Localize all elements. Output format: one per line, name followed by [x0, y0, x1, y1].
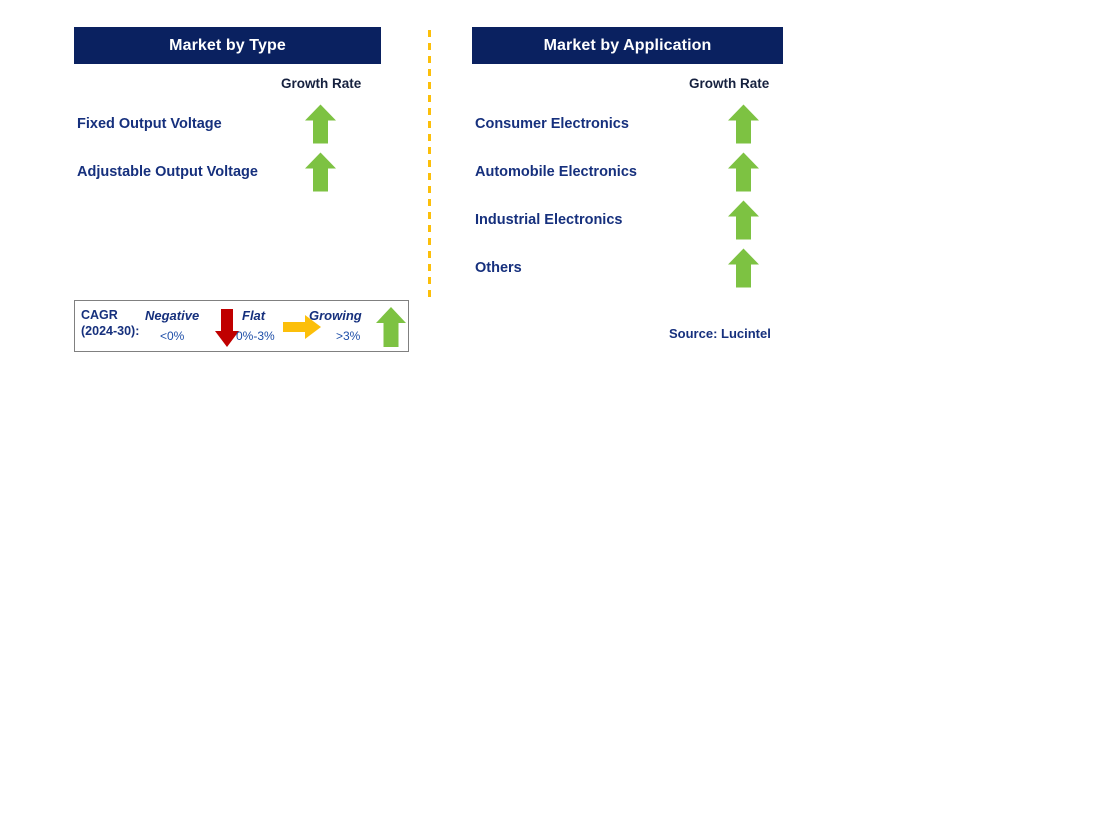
legend-title: CAGR (2024-30): — [81, 307, 139, 339]
legend-item-name-negative: Negative — [145, 308, 200, 323]
segment-label: Automobile Electronics — [475, 164, 637, 180]
legend-item-value-growing: >3% — [336, 329, 361, 343]
segment-label: Consumer Electronics — [475, 116, 629, 132]
segment-label: Adjustable Output Voltage — [77, 164, 258, 180]
arrow-up-icon — [728, 104, 759, 144]
table-row: Industrial Electronics — [475, 198, 765, 242]
legend-title-line1: CAGR — [81, 308, 118, 322]
arrow-up-icon — [728, 200, 759, 240]
table-row: Others — [475, 246, 765, 290]
segment-label: Industrial Electronics — [475, 212, 623, 228]
arrow-up-icon — [728, 152, 759, 192]
legend-item-value-flat: 0%-3% — [236, 329, 275, 343]
growth-rate-column-label-application: Growth Rate — [689, 76, 770, 91]
legend-item-name-flat: Flat — [242, 308, 266, 323]
legend-item-name-growing: Growing — [309, 308, 362, 323]
panel-title-text: Market by Application — [543, 36, 712, 54]
segment-label: Others — [475, 260, 522, 276]
panel-title-text: Market by Type — [169, 36, 286, 54]
table-row: Consumer Electronics — [475, 102, 765, 146]
arrow-up-icon — [305, 104, 336, 144]
table-row: Automobile Electronics — [475, 150, 765, 194]
legend-item-value-negative: <0% — [160, 329, 185, 343]
segment-label: Fixed Output Voltage — [77, 116, 222, 132]
growth-rate-column-label-type: Growth Rate — [281, 76, 362, 91]
arrow-up-icon — [376, 307, 406, 347]
source-note: Source: Lucintel — [669, 326, 771, 341]
cagr-legend-box: CAGR (2024-30): Negative <0% Flat 0%-3% … — [74, 300, 409, 352]
legend-title-line2: (2024-30): — [81, 324, 140, 338]
table-row: Adjustable Output Voltage — [77, 150, 342, 194]
table-row: Fixed Output Voltage — [77, 102, 342, 146]
arrow-up-icon — [728, 248, 759, 288]
arrow-up-icon — [305, 152, 336, 192]
vertical-dashed-divider — [428, 30, 431, 298]
panel-header-market-by-application: Market by Application — [472, 27, 783, 64]
panel-header-market-by-type: Market by Type — [74, 27, 381, 64]
